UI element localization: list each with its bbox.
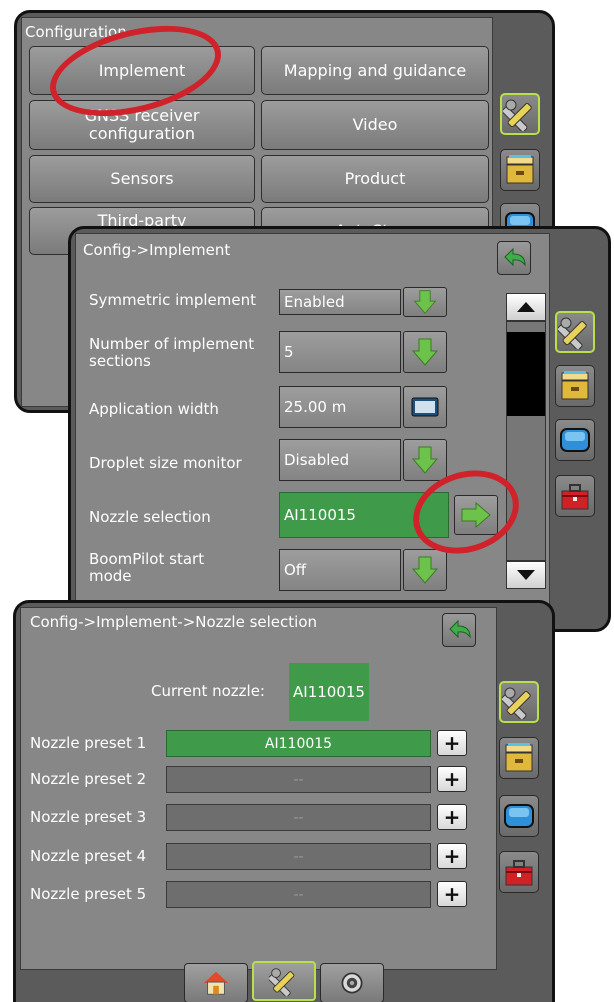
toolbox-icon [505, 860, 533, 886]
camera-icon [341, 972, 363, 994]
tools-icon [269, 968, 296, 996]
add-preset-4-button[interactable]: + [437, 843, 467, 869]
tab-video[interactable] [320, 963, 384, 1002]
scroll-thumb[interactable] [507, 332, 545, 416]
preset-label: Nozzle preset 5 [30, 885, 147, 903]
page-title: Config->Implement->Nozzle selection [30, 613, 317, 631]
application-width-field[interactable]: 25.00 m [279, 386, 401, 428]
nozzle-preset-2[interactable]: -- [166, 766, 431, 793]
tools-icon [502, 687, 532, 719]
down-arrow-icon [412, 446, 438, 474]
implement-sections-field[interactable]: 5 [279, 331, 401, 373]
down-arrow-icon [414, 290, 436, 314]
product-button[interactable]: Product [261, 155, 489, 203]
nozzle-selection-panel: Config->Implement->Nozzle selection Curr… [13, 600, 555, 1002]
back-icon [449, 620, 471, 638]
page-title: Config->Implement [83, 241, 231, 259]
add-preset-2-button[interactable]: + [437, 766, 467, 792]
nozzle-preset-1[interactable]: AI110015 [166, 730, 431, 757]
sidebar-configuration[interactable] [555, 311, 595, 353]
nozzle-preset-3[interactable]: -- [166, 804, 431, 831]
down-triangle-icon [517, 570, 535, 580]
back-icon [504, 248, 526, 266]
add-preset-3-button[interactable]: + [437, 804, 467, 830]
sidebar-storage[interactable] [500, 149, 540, 191]
video-button[interactable]: Video [261, 100, 489, 150]
sidebar-configuration[interactable] [500, 93, 540, 135]
sidebar-toolbox[interactable] [555, 475, 595, 517]
storage-icon [505, 742, 533, 772]
sensors-button[interactable]: Sensors [29, 155, 255, 203]
preset-label: Nozzle preset 1 [30, 734, 147, 752]
down-arrow-icon [412, 338, 438, 366]
back-button[interactable] [442, 613, 476, 647]
boompilot-start-mode-field[interactable]: Off [279, 549, 401, 591]
setting-label: Symmetric implement [89, 291, 257, 309]
sidebar-toolbox[interactable] [499, 851, 539, 893]
implement-sections-dropdown[interactable] [403, 331, 447, 373]
display-icon [504, 804, 534, 828]
display-icon [560, 428, 590, 452]
symmetric-implement-field[interactable]: Enabled [279, 289, 401, 315]
application-width-keyboard[interactable] [403, 386, 447, 428]
keyboard-icon [411, 397, 439, 417]
setting-label: Nozzle selection [89, 508, 211, 526]
toolbox-icon [561, 484, 589, 510]
tools-icon [558, 317, 588, 349]
tab-home[interactable] [184, 963, 248, 1002]
sidebar-storage[interactable] [555, 365, 595, 407]
nozzle-preset-5[interactable]: -- [166, 881, 431, 908]
implement-panel: Config->Implement Symmetric implement En… [68, 226, 611, 632]
sidebar-storage[interactable] [499, 737, 539, 779]
preset-label: Nozzle preset 2 [30, 770, 147, 788]
sidebar-display[interactable] [555, 419, 595, 461]
sidebar-configuration[interactable] [499, 681, 539, 723]
add-preset-5-button[interactable]: + [437, 881, 467, 907]
setting-label: BoomPilot start mode [89, 550, 205, 585]
boompilot-start-mode-dropdown[interactable] [403, 549, 447, 591]
scroll-down-button[interactable] [506, 561, 546, 589]
nozzle-preset-4[interactable]: -- [166, 843, 431, 870]
droplet-size-monitor-field[interactable]: Disabled [279, 439, 401, 481]
home-icon [203, 971, 229, 995]
tools-icon [503, 99, 533, 131]
storage-icon [561, 370, 589, 400]
tab-configuration[interactable] [252, 961, 316, 1001]
preset-label: Nozzle preset 3 [30, 808, 147, 826]
down-arrow-icon [412, 556, 438, 584]
scroll-up-button[interactable] [506, 293, 546, 321]
add-preset-1-button[interactable]: + [437, 730, 467, 756]
setting-label: Number of implement sections [89, 335, 255, 370]
mapping-and-guidance-button[interactable]: Mapping and guidance [261, 46, 489, 95]
storage-icon [506, 154, 534, 184]
back-button[interactable] [497, 241, 531, 275]
up-triangle-icon [517, 302, 535, 312]
symmetric-implement-dropdown[interactable] [403, 287, 447, 317]
sidebar-display[interactable] [499, 795, 539, 837]
setting-label: Droplet size monitor [89, 454, 242, 472]
current-nozzle-value: AI110015 [289, 663, 369, 721]
setting-label: Application width [89, 400, 219, 418]
preset-label: Nozzle preset 4 [30, 847, 147, 865]
current-nozzle-label: Current nozzle: [151, 682, 265, 700]
droplet-size-monitor-dropdown[interactable] [403, 439, 447, 481]
